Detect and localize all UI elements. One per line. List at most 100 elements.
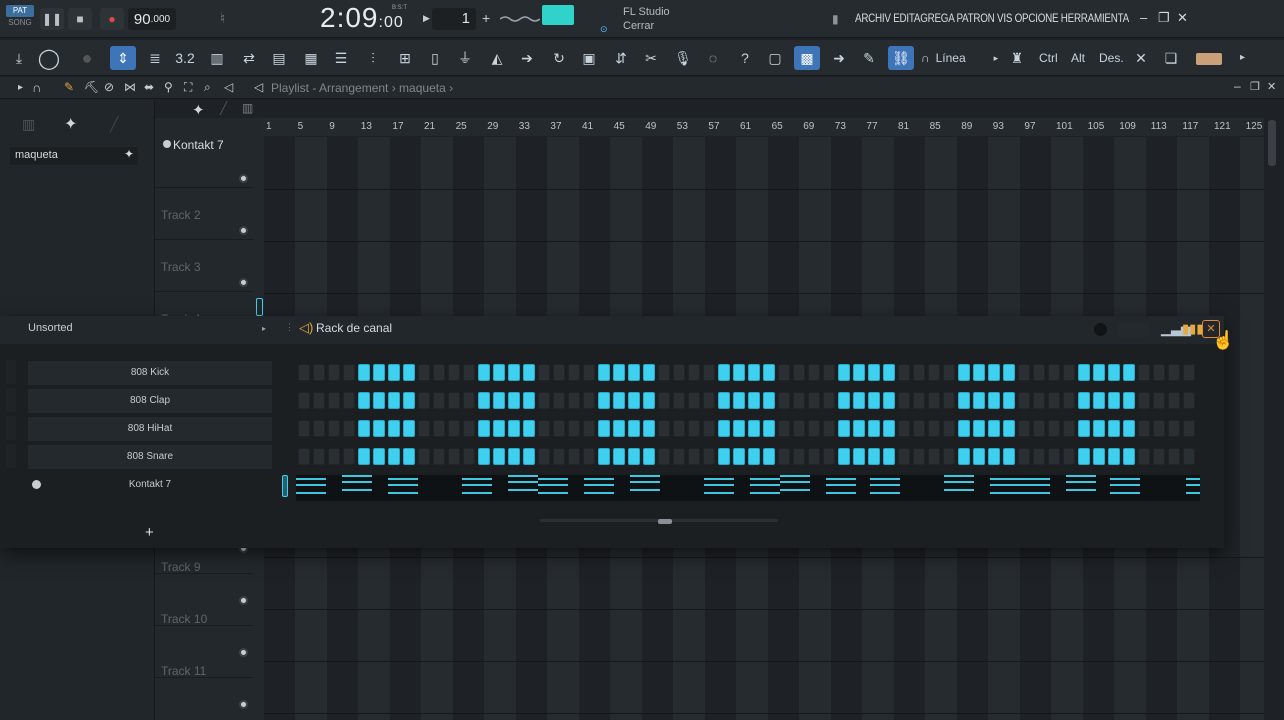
step-button[interactable] xyxy=(1063,392,1075,409)
step-button[interactable] xyxy=(433,448,445,465)
step-button[interactable] xyxy=(1123,364,1135,381)
add-channel-icon[interactable]: + xyxy=(145,524,154,541)
browser-icon[interactable]: ☰ xyxy=(328,46,354,70)
step-button[interactable] xyxy=(958,420,970,437)
step-button[interactable] xyxy=(568,420,580,437)
metronome-icon[interactable]: ♮ xyxy=(220,10,225,27)
copy-icon[interactable]: ❏ xyxy=(1158,46,1184,70)
pencil-icon[interactable]: ✎ xyxy=(64,80,74,94)
channel-led[interactable] xyxy=(6,444,16,468)
step-button[interactable] xyxy=(748,392,760,409)
mute-icon[interactable]: ⋈ xyxy=(124,80,136,94)
waveform-tool-icon[interactable]: ✦ xyxy=(192,101,205,119)
step-button[interactable] xyxy=(358,364,370,381)
step-button[interactable] xyxy=(613,420,625,437)
step-button[interactable] xyxy=(868,420,880,437)
save-icon[interactable]: ▣ xyxy=(576,46,602,70)
step-button[interactable] xyxy=(583,420,595,437)
step-button[interactable] xyxy=(838,364,850,381)
step-button[interactable] xyxy=(748,364,760,381)
step-button[interactable] xyxy=(1183,448,1195,465)
step-button[interactable] xyxy=(973,420,985,437)
step-button[interactable] xyxy=(913,392,925,409)
step-button[interactable] xyxy=(718,420,730,437)
step-button[interactable] xyxy=(1003,448,1015,465)
step-button[interactable] xyxy=(523,364,535,381)
step-button[interactable] xyxy=(868,364,880,381)
swing-knob[interactable] xyxy=(1094,323,1107,336)
step-button[interactable] xyxy=(613,448,625,465)
step-button[interactable] xyxy=(1153,448,1165,465)
step-button[interactable] xyxy=(808,392,820,409)
track-mute-icon[interactable] xyxy=(163,140,171,148)
step-button[interactable] xyxy=(703,364,715,381)
step-button[interactable] xyxy=(553,392,565,409)
step-button[interactable] xyxy=(943,392,955,409)
minimize-icon[interactable]: – xyxy=(1140,10,1147,25)
step-button[interactable] xyxy=(598,448,610,465)
step-button[interactable] xyxy=(478,392,490,409)
channel-led[interactable] xyxy=(6,388,16,412)
step-button[interactable] xyxy=(1003,392,1015,409)
restore-icon[interactable]: ❐ xyxy=(1158,10,1170,26)
step-button[interactable] xyxy=(313,448,325,465)
add-pattern-icon[interactable]: + xyxy=(482,10,490,26)
loop-icon[interactable]: ◯ xyxy=(36,46,62,70)
step-button[interactable] xyxy=(538,420,550,437)
step-button[interactable] xyxy=(403,420,415,437)
step-button[interactable] xyxy=(1018,420,1030,437)
step-button[interactable] xyxy=(823,392,835,409)
steps-counter[interactable] xyxy=(1118,323,1150,337)
step-button[interactable] xyxy=(763,364,775,381)
step-button[interactable] xyxy=(433,392,445,409)
step-button[interactable] xyxy=(853,364,865,381)
step-button[interactable] xyxy=(913,420,925,437)
step-button[interactable] xyxy=(1153,420,1165,437)
step-button[interactable] xyxy=(748,448,760,465)
step-button[interactable] xyxy=(1168,420,1180,437)
filter-chevron-icon[interactable]: ▸ xyxy=(262,324,266,333)
step-button[interactable] xyxy=(1108,364,1120,381)
channel-button[interactable]: 808 Clap xyxy=(28,389,272,413)
step-button[interactable] xyxy=(673,364,685,381)
step-button[interactable] xyxy=(718,364,730,381)
step-button[interactable] xyxy=(358,448,370,465)
step-button[interactable] xyxy=(883,448,895,465)
step-button[interactable] xyxy=(748,420,760,437)
step-button[interactable] xyxy=(1018,392,1030,409)
step-button[interactable] xyxy=(883,420,895,437)
step-button[interactable] xyxy=(1018,448,1030,465)
step-button[interactable] xyxy=(958,392,970,409)
close-tool-icon[interactable]: ✕ xyxy=(1128,46,1154,70)
download-icon[interactable]: ⤓ xyxy=(6,46,32,70)
step-button[interactable] xyxy=(583,392,595,409)
step-button[interactable] xyxy=(928,392,940,409)
step-button[interactable] xyxy=(988,392,1000,409)
step-button[interactable] xyxy=(943,420,955,437)
step-button[interactable] xyxy=(1138,420,1150,437)
step-button[interactable] xyxy=(628,420,640,437)
step-button[interactable] xyxy=(943,448,955,465)
zoom-icon[interactable]: ⌕ xyxy=(204,80,211,95)
channel-mute-icon[interactable] xyxy=(32,480,41,489)
step-button[interactable] xyxy=(943,364,955,381)
record-button[interactable]: ● xyxy=(100,8,124,30)
step-button[interactable] xyxy=(928,364,940,381)
step-button[interactable] xyxy=(493,392,505,409)
step-button[interactable] xyxy=(478,420,490,437)
step-button[interactable] xyxy=(688,392,700,409)
step-button[interactable] xyxy=(403,364,415,381)
stop-button[interactable]: ■ xyxy=(68,8,92,30)
step-button[interactable] xyxy=(958,448,970,465)
step-button[interactable] xyxy=(673,420,685,437)
step-button[interactable] xyxy=(1153,392,1165,409)
step-button[interactable] xyxy=(928,420,940,437)
step-button[interactable] xyxy=(1048,364,1060,381)
step-button[interactable] xyxy=(778,420,790,437)
step-button[interactable] xyxy=(358,392,370,409)
step-button[interactable] xyxy=(1108,420,1120,437)
mic-icon[interactable]: 🎙 xyxy=(670,46,696,70)
step-button[interactable] xyxy=(658,448,670,465)
step-button[interactable] xyxy=(538,448,550,465)
plugin-icon[interactable]: ⊞ xyxy=(392,46,418,70)
